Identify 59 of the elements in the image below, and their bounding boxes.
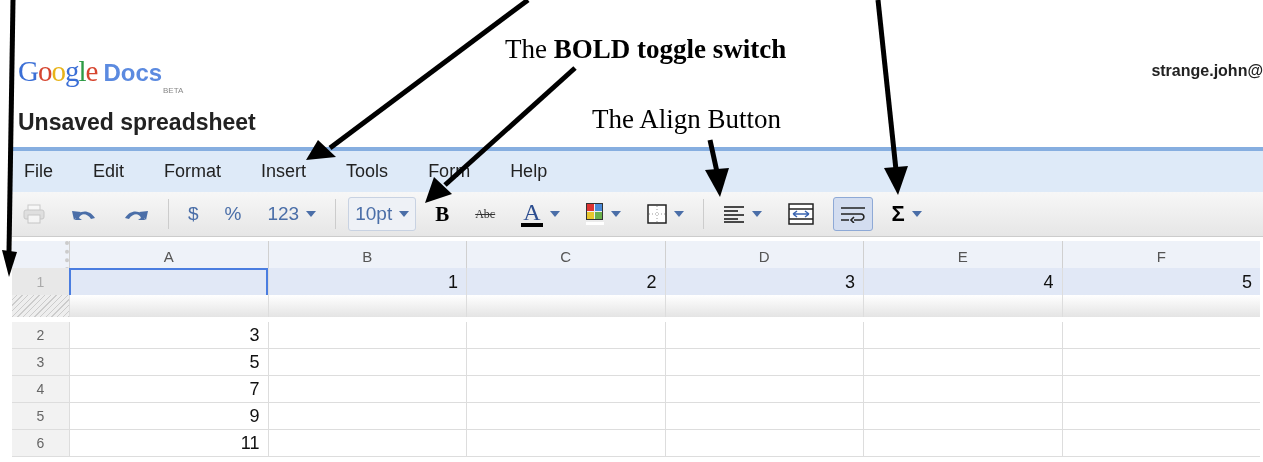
table-cell: 3 bbox=[664, 268, 863, 298]
sum-button[interactable]: Σ bbox=[884, 197, 929, 231]
caret-icon bbox=[306, 211, 317, 217]
color-grid-icon bbox=[585, 203, 604, 225]
freeze-handle[interactable] bbox=[12, 295, 69, 317]
column-header[interactable]: F bbox=[1061, 241, 1260, 271]
borders-icon bbox=[646, 204, 667, 224]
document-title: Unsaved spreadsheet bbox=[18, 109, 256, 136]
row-header[interactable]: 5 bbox=[12, 403, 69, 430]
caret-icon bbox=[751, 211, 762, 217]
caret-icon bbox=[610, 211, 621, 217]
table-cell: 1 bbox=[267, 268, 466, 298]
table-cell: 2 bbox=[466, 268, 665, 298]
product-name: Docs bbox=[103, 59, 163, 87]
row-header[interactable]: 6 bbox=[12, 430, 69, 457]
caret-icon bbox=[911, 211, 922, 217]
column-header[interactable]: D bbox=[664, 241, 863, 271]
text-button[interactable]: % bbox=[217, 197, 249, 231]
logo: Google bbox=[18, 55, 98, 88]
menu-item[interactable]: Edit bbox=[93, 161, 125, 182]
row-header[interactable]: 3 bbox=[12, 349, 69, 376]
text-button[interactable]: 123 bbox=[260, 197, 324, 231]
column-header[interactable]: E bbox=[863, 241, 1062, 271]
menu-item[interactable]: Help bbox=[510, 161, 548, 182]
wrap-text-icon bbox=[839, 205, 866, 223]
table-cell: 7 bbox=[69, 376, 268, 403]
table-cell: 11 bbox=[69, 430, 268, 457]
row-header[interactable]: 2 bbox=[12, 322, 69, 349]
merge-cells-icon bbox=[787, 203, 814, 225]
table-cell: 5 bbox=[1061, 268, 1260, 298]
textcolor-button[interactable]: A bbox=[514, 197, 567, 231]
row-header[interactable]: 4 bbox=[12, 376, 69, 403]
annotation-label: The BOLD toggle switch bbox=[505, 34, 787, 65]
align-icon bbox=[722, 205, 745, 223]
table-cell: 3 bbox=[69, 322, 268, 349]
printer-icon bbox=[23, 204, 45, 224]
arrow bbox=[705, 139, 729, 197]
text-button[interactable]: $ bbox=[181, 197, 206, 231]
font-size-button[interactable]: 10pt bbox=[348, 197, 417, 231]
table-cell: 4 bbox=[863, 268, 1062, 298]
column-header[interactable]: B bbox=[267, 241, 466, 271]
column-header[interactable]: A bbox=[69, 241, 268, 271]
strike-button[interactable]: Abc bbox=[468, 197, 503, 231]
menu-item[interactable]: Format bbox=[164, 161, 222, 182]
annotation-label: The Align Button bbox=[592, 104, 781, 135]
wrap-button[interactable] bbox=[832, 197, 873, 231]
beta-label: BETA bbox=[163, 86, 184, 95]
caret-icon bbox=[399, 211, 410, 217]
bold-button[interactable]: B bbox=[428, 197, 457, 231]
menu-item[interactable]: File bbox=[24, 161, 53, 182]
column-header[interactable]: C bbox=[466, 241, 665, 271]
table-cell: 5 bbox=[69, 349, 268, 376]
corner-header bbox=[12, 241, 69, 271]
user-email[interactable]: strange.john@ bbox=[1151, 62, 1263, 80]
caret-icon bbox=[549, 211, 560, 217]
menu-item[interactable]: Tools bbox=[346, 161, 389, 182]
menu-item[interactable]: Insert bbox=[261, 161, 307, 182]
table-cell: 9 bbox=[69, 403, 268, 430]
caret-icon bbox=[673, 211, 684, 217]
